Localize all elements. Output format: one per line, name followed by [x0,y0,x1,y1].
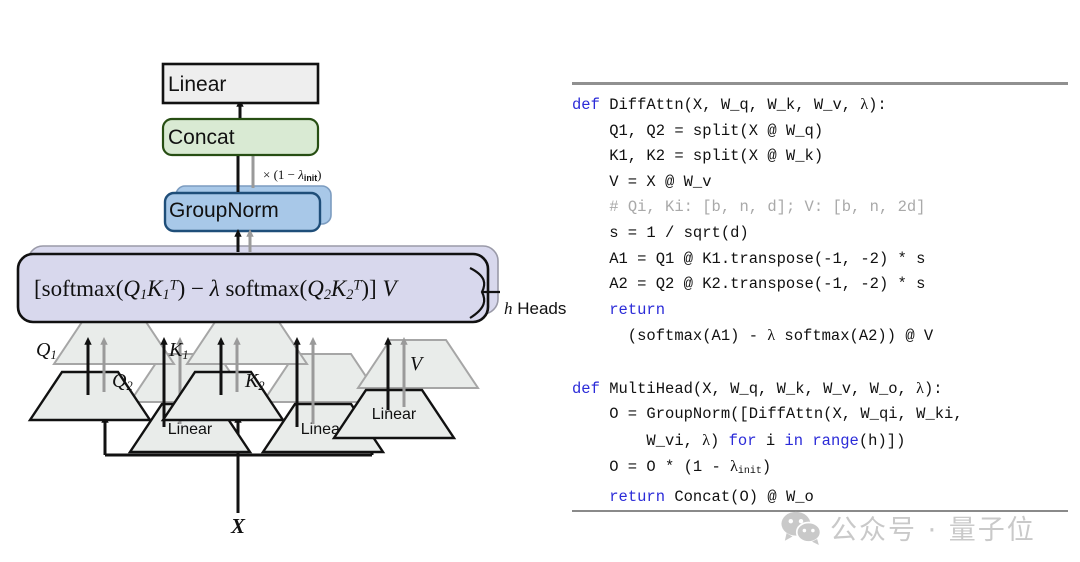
k2-label: K2 [245,370,265,394]
watermark-text: 公众号 · 量子位 [830,515,1036,546]
groupnorm-label: GroupNorm [169,199,279,222]
input-label: X [231,514,246,538]
architecture-diagram: Linear Linear Linear Linear Concat Group… [0,0,566,562]
heads-label: h Heads [504,299,567,318]
wechat-icon [781,511,822,545]
linear-label-v: Linear [372,406,417,423]
watermark: 公众号 · 量子位 [780,508,1036,547]
pseudocode-panel: def DiffAttn(X, W_q, W_k, W_v, λ): Q1, Q… [560,0,1080,562]
lambda-init-scale-annotation: × (1 − λinit) [263,167,322,183]
linear-output-label: Linear [168,73,227,96]
k1-label: K1 [169,339,189,363]
q2-label: Q2 [112,370,133,394]
code-rule-top [572,82,1068,85]
linear-label-q: Linear [168,421,213,438]
diff-attention-formula: [softmax(Q1K1T) − λ softmax(Q2K2T)] V [34,276,397,304]
figure-root: Linear Linear Linear Linear Concat Group… [0,0,1080,562]
v-label: V [410,353,423,375]
concat-label: Concat [168,126,235,149]
pseudocode-block: def DiffAttn(X, W_q, W_k, W_v, λ): Q1, Q… [572,96,963,506]
q1-label: Q1 [36,339,57,363]
